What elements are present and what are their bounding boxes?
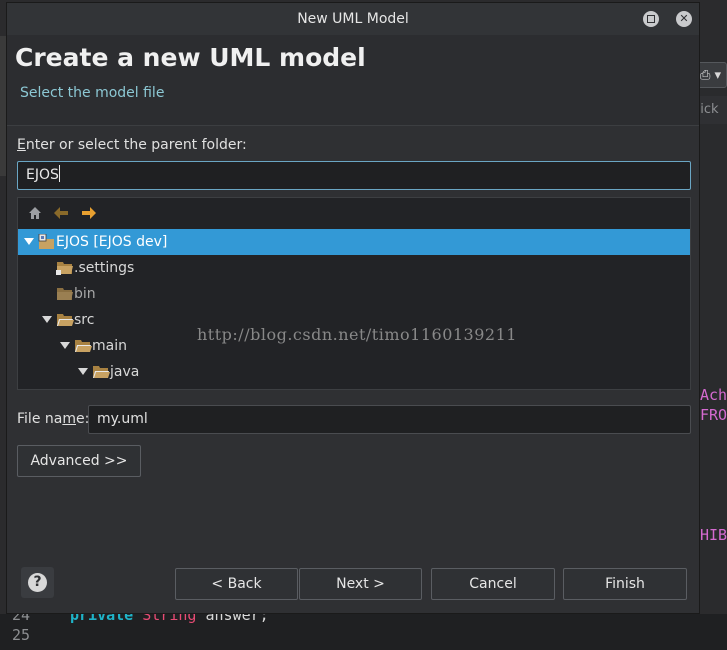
tree-item-bin[interactable]: bin: [18, 281, 690, 307]
expand-triangle-icon[interactable]: [42, 316, 52, 323]
tree-toolbar: [18, 198, 690, 228]
tree-item-label: main: [92, 338, 127, 354]
expand-triangle-icon[interactable]: [78, 368, 88, 375]
new-uml-model-dialog: New UML Model ✕ Create a new UML model S…: [6, 2, 700, 614]
finish-button[interactable]: Finish: [563, 568, 687, 600]
folder-open-icon: [93, 366, 110, 378]
line-number: 25: [11, 626, 30, 644]
tree-item-label: .settings: [74, 260, 135, 276]
watermark-text: http://blog.csdn.net/timo1160139211: [197, 325, 517, 344]
expand-triangle-icon[interactable]: [24, 238, 34, 245]
parent-folder-input[interactable]: EJOS: [17, 161, 691, 190]
dialog-header: Create a new UML model Select the model …: [7, 35, 699, 125]
parent-folder-value: EJOS: [26, 167, 59, 183]
page-title: Create a new UML model: [15, 43, 366, 72]
parent-folder-label: Enter or select the parent folder:: [17, 137, 247, 153]
folder-open-icon: [75, 340, 92, 352]
advanced-button[interactable]: Advanced >>: [17, 445, 141, 477]
text-caret: [58, 165, 60, 182]
mnemonic-letter: E: [17, 137, 26, 153]
expand-triangle-icon[interactable]: [60, 342, 70, 349]
folder-open-icon: [57, 314, 74, 326]
forward-arrow-icon[interactable]: [80, 204, 98, 222]
tree-item-label: java: [110, 364, 140, 380]
dialog-titlebar[interactable]: New UML Model ✕: [7, 3, 699, 35]
maximize-icon[interactable]: [643, 11, 659, 27]
folder-icon: [56, 262, 73, 275]
page-subtitle: Select the model file: [20, 85, 165, 101]
file-name-label-prefix: File na: [17, 411, 63, 427]
background-code-fragment: FRO: [700, 406, 727, 424]
header-divider: [7, 125, 699, 126]
folder-tree[interactable]: EJOS [EJOS dev] .settings bin src main j…: [17, 197, 691, 390]
window-title: New UML Model: [297, 11, 409, 27]
parent-folder-label-text: nter or select the parent folder:: [25, 137, 247, 153]
help-button[interactable]: ?: [21, 567, 54, 598]
project-icon: [38, 234, 54, 249]
background-code-lines: 24 private String answer; 25: [0, 606, 727, 650]
background-code-fragment: HIB: [700, 526, 727, 544]
cancel-button[interactable]: Cancel: [431, 568, 555, 600]
help-icon: ?: [28, 573, 47, 592]
code-line: 25: [0, 626, 70, 646]
home-icon[interactable]: [26, 204, 44, 222]
tree-item-java[interactable]: java: [18, 359, 690, 385]
tree-item-project[interactable]: EJOS [EJOS dev]: [18, 229, 690, 255]
background-code-fragment: Ach: [700, 386, 727, 404]
mnemonic-letter: m: [62, 411, 76, 427]
tree-item-label: src: [74, 312, 95, 328]
back-button[interactable]: < Back: [175, 568, 298, 600]
close-icon[interactable]: ✕: [676, 11, 692, 27]
tree-item-label: bin: [74, 286, 96, 302]
tree-item-settings[interactable]: .settings: [18, 255, 690, 281]
next-button[interactable]: Next >: [299, 568, 422, 600]
back-arrow-icon[interactable]: [52, 204, 70, 222]
file-name-input[interactable]: my.uml: [88, 405, 691, 434]
file-name-label: File name:: [17, 411, 89, 427]
tree-item-label: EJOS [EJOS dev]: [56, 234, 168, 250]
folder-icon: [57, 288, 73, 300]
